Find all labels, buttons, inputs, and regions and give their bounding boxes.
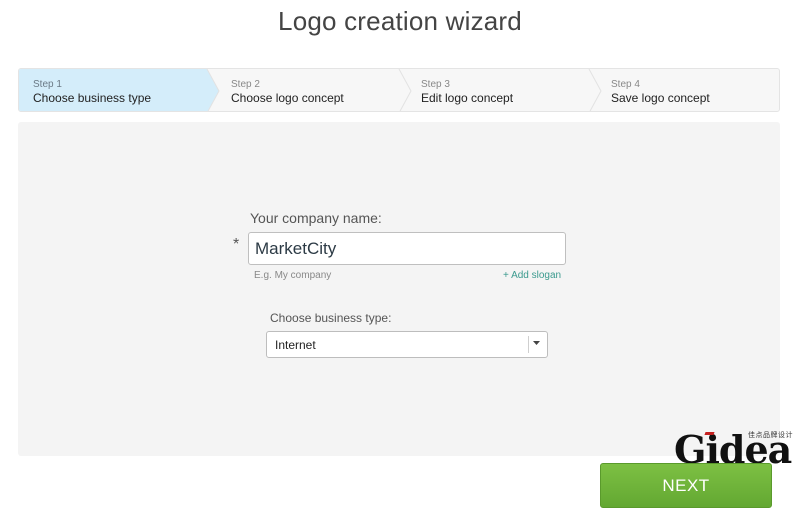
business-type-value: Internet <box>275 338 316 352</box>
wizard-steps: Step 1 Choose business type Step 2 Choos… <box>18 68 780 112</box>
business-type-select[interactable]: Internet <box>266 331 548 358</box>
step-label: Choose logo concept <box>231 91 344 105</box>
page-title: Logo creation wizard <box>278 6 522 36</box>
business-type-label: Choose business type: <box>270 311 392 325</box>
chevron-down-icon <box>533 341 540 345</box>
step-3[interactable]: Step 3 Edit logo concept <box>421 69 591 111</box>
next-button[interactable]: NEXT <box>600 463 772 508</box>
company-name-input[interactable] <box>248 232 566 265</box>
add-slogan-link[interactable]: + Add slogan <box>503 270 561 281</box>
watermark-subtitle: 佳点品牌设计 <box>748 432 793 439</box>
form-panel <box>18 122 780 456</box>
watermark-accent <box>704 432 715 435</box>
step-label: Choose business type <box>33 91 152 105</box>
step-2[interactable]: Step 2 Choose logo concept <box>231 69 401 111</box>
required-asterisk: * <box>233 236 240 253</box>
step-1[interactable]: Step 1 Choose business type <box>33 69 208 111</box>
step-number: Step 2 <box>231 79 260 90</box>
step-label: Edit logo concept <box>421 91 514 105</box>
step-number: Step 4 <box>611 79 640 90</box>
step-number: Step 3 <box>421 79 450 90</box>
step-label: Save logo concept <box>611 91 710 105</box>
company-name-label: Your company name: <box>250 210 382 226</box>
step-number: Step 1 <box>33 79 62 90</box>
company-name-hint: E.g. My company <box>254 270 332 281</box>
select-divider <box>528 336 529 353</box>
step-4[interactable]: Step 4 Save logo concept <box>611 69 771 111</box>
